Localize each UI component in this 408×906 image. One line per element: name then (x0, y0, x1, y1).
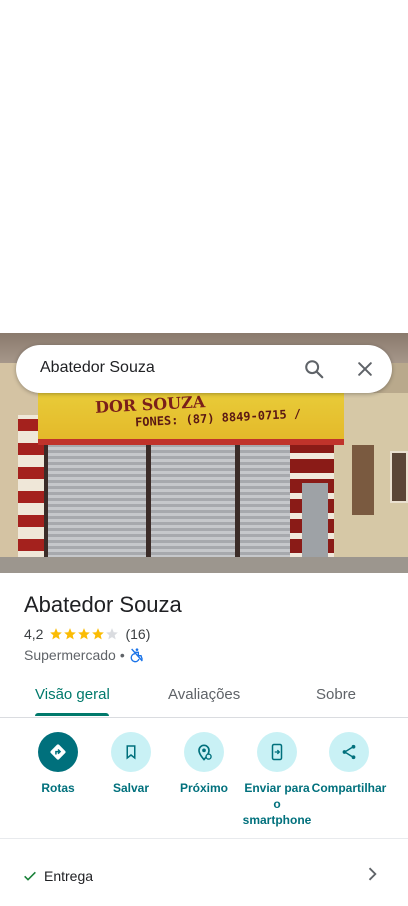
map-area (0, 0, 408, 333)
share-icon (329, 732, 369, 772)
tab-overview[interactable]: Visão geral (35, 686, 110, 703)
photo-window (352, 445, 374, 515)
chevron-right-icon[interactable] (362, 864, 382, 884)
star-icon (78, 628, 91, 640)
category-row: Supermercado • (24, 647, 145, 663)
photo-ground (0, 557, 408, 573)
photo-shutter (151, 443, 235, 573)
star-icon (92, 628, 105, 640)
attribute-row-delivery[interactable]: Entrega (0, 856, 408, 892)
category-label: Supermercado (24, 647, 116, 663)
rating-row[interactable]: 4,2 (16) (24, 626, 150, 642)
search-input[interactable]: Abatedor Souza (40, 359, 155, 377)
check-icon (24, 871, 36, 881)
send-to-phone-label: Enviar para o smartphone (242, 781, 312, 827)
star-empty-icon (106, 628, 119, 640)
share-button[interactable]: Compartilhar (309, 732, 389, 796)
search-bar[interactable]: Abatedor Souza (16, 345, 392, 393)
directions-button[interactable]: Rotas (18, 732, 98, 796)
rating-stars (49, 627, 119, 641)
directions-icon (38, 732, 78, 772)
send-to-phone-button[interactable]: Enviar para o smartphone (237, 732, 317, 828)
close-icon[interactable] (351, 355, 379, 383)
photo-window (390, 451, 408, 503)
tab-indicator (35, 713, 109, 716)
review-count[interactable]: (16) (125, 626, 150, 642)
tab-about[interactable]: Sobre (316, 686, 356, 703)
search-icon[interactable] (300, 355, 328, 383)
nearby-label: Próximo (179, 781, 228, 795)
place-title: Abatedor Souza (24, 592, 182, 617)
tab-reviews[interactable]: Avaliações (168, 686, 240, 703)
rating-value: 4,2 (24, 626, 44, 642)
bookmark-icon (111, 732, 151, 772)
separator: • (119, 647, 125, 663)
nearby-button[interactable]: Próximo (164, 732, 244, 796)
star-icon (64, 628, 77, 640)
share-label: Compartilhar (311, 781, 387, 795)
save-label: Salvar (112, 781, 150, 795)
nearby-icon (184, 732, 224, 772)
place-tabs: Visão geral Avaliações Sobre (0, 680, 408, 718)
star-icon (50, 628, 63, 640)
wheelchair-not-accessible-icon (130, 648, 143, 663)
save-button[interactable]: Salvar (91, 732, 171, 796)
delivery-label: Entrega (44, 868, 94, 884)
directions-label: Rotas (41, 781, 75, 795)
send-to-phone-icon (257, 732, 297, 772)
photo-shutter (240, 443, 296, 573)
action-buttons: Rotas Salvar Próximo Enviar para o smart… (0, 732, 408, 836)
photo-shutter (48, 443, 146, 573)
divider (0, 838, 408, 839)
